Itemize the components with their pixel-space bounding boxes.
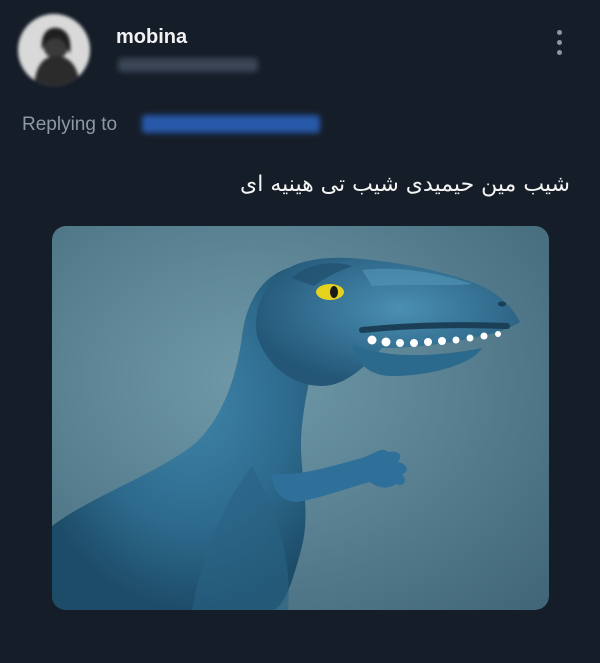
more-dot bbox=[556, 49, 562, 55]
tweet-text: شیب مین حیمیدی شیب تی هینیه ای bbox=[240, 172, 570, 197]
author-handle-redacted bbox=[118, 58, 258, 72]
more-dot bbox=[556, 39, 562, 45]
tweet-card: mobina Replying to شیب مین حیمیدی شیب تی… bbox=[0, 0, 600, 663]
dinosaur-illustration bbox=[52, 257, 520, 610]
more-options-icon[interactable] bbox=[549, 24, 569, 60]
tweet-media-image[interactable] bbox=[52, 226, 549, 610]
author-display-name[interactable]: mobina bbox=[116, 26, 187, 49]
more-dot bbox=[556, 29, 562, 35]
avatar[interactable] bbox=[18, 14, 90, 86]
reply-to-handle-redacted[interactable] bbox=[142, 115, 320, 133]
replying-to-label: Replying to bbox=[22, 114, 118, 135]
avatar-image bbox=[18, 14, 90, 86]
